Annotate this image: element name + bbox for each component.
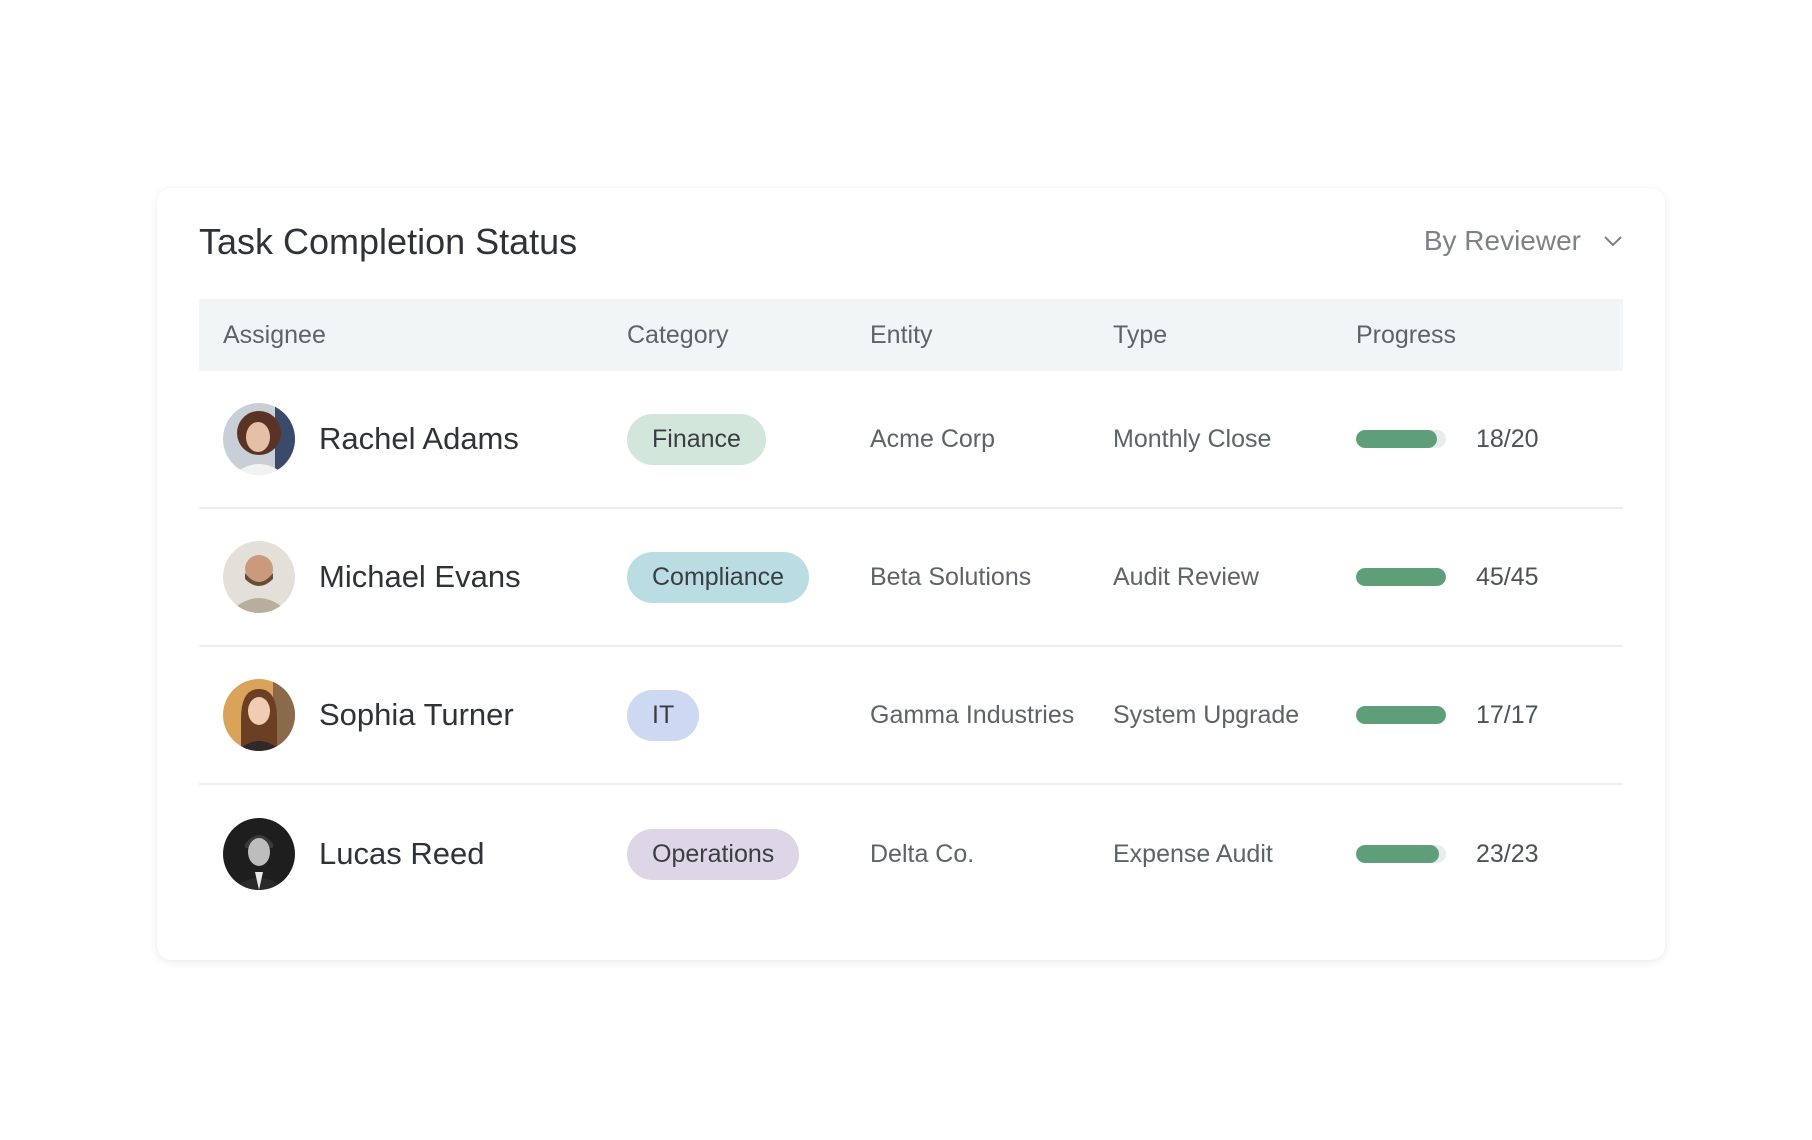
column-header-type[interactable]: Type (1113, 321, 1356, 350)
column-header-assignee[interactable]: Assignee (199, 321, 627, 350)
card-title: Task Completion Status (199, 221, 578, 262)
avatar (223, 403, 295, 475)
progress-fill (1356, 568, 1446, 586)
entity-text: Beta Solutions (870, 562, 1032, 591)
filter-label: By Reviewer (1423, 225, 1581, 256)
table-row[interactable]: Michael Evans Compliance Beta Solutions … (199, 509, 1623, 647)
table-row[interactable]: Rachel Adams Finance Acme Corp Monthly C… (199, 371, 1623, 509)
progress-fill (1356, 430, 1437, 448)
progress-fill (1356, 706, 1446, 724)
column-header-category[interactable]: Category (627, 321, 870, 350)
type-text: Audit Review (1113, 562, 1259, 591)
avatar (223, 679, 295, 751)
assignee-name: Michael Evans (319, 559, 521, 594)
task-completion-card: Task Completion Status By Reviewer Assig… (157, 188, 1665, 960)
column-header-progress[interactable]: Progress (1356, 321, 1623, 350)
reviewer-filter-dropdown[interactable]: By Reviewer (1424, 225, 1623, 257)
category-badge: IT (627, 689, 700, 741)
assignee-name: Lucas Reed (319, 836, 485, 871)
type-text: Expense Audit (1113, 839, 1273, 868)
chevron-down-icon (1604, 236, 1622, 247)
avatar (223, 818, 295, 890)
progress-bar (1356, 706, 1446, 724)
progress-bar (1356, 568, 1446, 586)
table-header: Assignee Category Entity Type Progress (199, 299, 1623, 371)
progress-bar (1356, 430, 1446, 448)
type-text: Monthly Close (1113, 424, 1272, 453)
category-badge: Finance (627, 413, 766, 465)
assignee-name: Sophia Turner (319, 697, 514, 732)
type-text: System Upgrade (1113, 700, 1300, 729)
category-badge: Compliance (627, 551, 810, 603)
column-header-entity[interactable]: Entity (870, 321, 1113, 350)
progress-count: 45/45 (1476, 562, 1539, 591)
entity-text: Gamma Industries (870, 700, 1075, 729)
table-row[interactable]: Lucas Reed Operations Delta Co. Expense … (199, 785, 1623, 923)
entity-text: Acme Corp (870, 424, 996, 453)
category-badge: Operations (627, 828, 800, 880)
entity-text: Delta Co. (870, 839, 975, 868)
avatar (223, 541, 295, 613)
progress-count: 23/23 (1476, 839, 1539, 868)
task-table: Assignee Category Entity Type Progress R… (199, 299, 1623, 923)
assignee-name: Rachel Adams (319, 421, 519, 456)
progress-count: 18/20 (1476, 424, 1539, 453)
progress-fill (1356, 845, 1439, 863)
table-row[interactable]: Sophia Turner IT Gamma Industries System… (199, 647, 1623, 785)
progress-count: 17/17 (1476, 700, 1539, 729)
progress-bar (1356, 845, 1446, 863)
